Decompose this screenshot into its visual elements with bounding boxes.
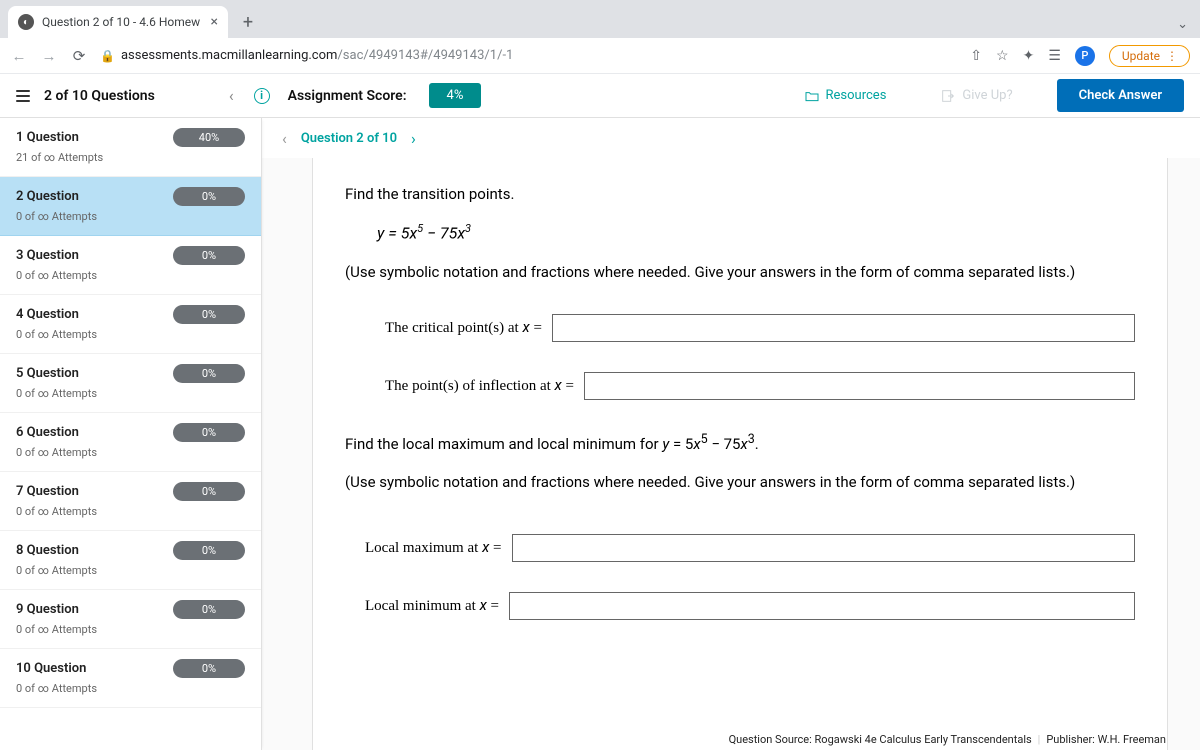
- local-max-input[interactable]: [512, 534, 1135, 562]
- browser-urlbar: ← → ⟳ 🔒 assessments.macmillanlearning.co…: [0, 38, 1200, 74]
- sidebar-item-percent: 0%: [173, 541, 245, 560]
- question-nav: ‹ Question 2 of 10 ›: [262, 118, 1200, 158]
- sidebar-question-4[interactable]: 4 Question 0% 0 of ∞ Attempts: [0, 295, 261, 354]
- update-button[interactable]: Update⋮: [1109, 45, 1190, 67]
- tab-favicon: ◐: [18, 14, 34, 30]
- sidebar-item-percent: 0%: [173, 364, 245, 383]
- exit-icon: [940, 88, 956, 104]
- question-nav-label: Question 2 of 10: [301, 131, 397, 146]
- score-label: Assignment Score:: [288, 88, 407, 104]
- sidebar-question-7[interactable]: 7 Question 0% 0 of ∞ Attempts: [0, 472, 261, 531]
- prompt-text: Find the transition points.: [345, 182, 1135, 206]
- hint-text: (Use symbolic notation and fractions whe…: [345, 260, 1135, 284]
- sidebar-item-title: 10 Question: [16, 661, 86, 676]
- sidebar-item-title: 9 Question: [16, 602, 79, 617]
- sidebar-item-percent: 0%: [173, 659, 245, 678]
- sidebar-item-attempts: 0 of ∞ Attempts: [16, 328, 245, 341]
- answer-label-local-min: Local minimum at x =: [365, 593, 499, 618]
- tab-title: Question 2 of 10 - 4.6 Homew: [42, 15, 203, 29]
- sidebar-question-9[interactable]: 9 Question 0% 0 of ∞ Attempts: [0, 590, 261, 649]
- hint-text-2: (Use symbolic notation and fractions whe…: [345, 470, 1135, 494]
- sidebar-item-title: 2 Question: [16, 189, 79, 204]
- sidebar-item-title: 8 Question: [16, 543, 79, 558]
- sidebar-item-percent: 0%: [173, 600, 245, 619]
- sidebar-item-title: 5 Question: [16, 366, 79, 381]
- prev-question-icon[interactable]: ‹: [282, 129, 287, 148]
- sidebar-question-8[interactable]: 8 Question 0% 0 of ∞ Attempts: [0, 531, 261, 590]
- sidebar-question-5[interactable]: 5 Question 0% 0 of ∞ Attempts: [0, 354, 261, 413]
- sidebar-item-percent: 0%: [173, 305, 245, 324]
- answer-label-critical: The critical point(s) at x =: [385, 315, 542, 340]
- close-icon[interactable]: ×: [211, 15, 218, 29]
- share-icon[interactable]: ⇧: [970, 48, 982, 64]
- sidebar-item-title: 3 Question: [16, 248, 79, 263]
- sidebar-item-title: 6 Question: [16, 425, 79, 440]
- sidebar-item-title: 1 Question: [16, 130, 79, 145]
- back-icon[interactable]: ←: [10, 47, 28, 65]
- next-question-icon[interactable]: ›: [411, 129, 416, 148]
- forward-icon[interactable]: →: [40, 47, 58, 65]
- collapse-sidebar-icon[interactable]: ‹: [229, 86, 234, 105]
- sidebar-item-title: 4 Question: [16, 307, 79, 322]
- star-icon[interactable]: ☆: [996, 48, 1009, 64]
- reload-icon[interactable]: ⟳: [70, 47, 88, 65]
- extensions-icon[interactable]: ✦: [1023, 48, 1035, 64]
- sidebar-item-attempts: 0 of ∞ Attempts: [16, 505, 245, 518]
- equation: y = 5x5 − 75x3: [345, 220, 1135, 246]
- url-field[interactable]: 🔒 assessments.macmillanlearning.com/sac/…: [100, 48, 958, 63]
- check-answer-button[interactable]: Check Answer: [1057, 79, 1184, 112]
- app-header: 2 of 10 Questions ‹ i Assignment Score: …: [0, 74, 1200, 118]
- score-value: 4%: [429, 83, 482, 108]
- answer-label-inflection: The point(s) of inflection at x =: [385, 373, 574, 398]
- questions-count: 2 of 10 Questions: [44, 88, 155, 104]
- prompt-text-2: Find the local maximum and local minimum…: [345, 430, 1135, 456]
- browser-tab[interactable]: ◐ Question 2 of 10 - 4.6 Homew ×: [8, 6, 228, 38]
- sidebar-question-2[interactable]: 2 Question 0% 0 of ∞ Attempts: [0, 177, 261, 236]
- answer-label-local-max: Local maximum at x =: [365, 535, 502, 560]
- resources-button[interactable]: Resources: [794, 83, 897, 109]
- lock-icon: 🔒: [100, 49, 115, 63]
- question-footer: Question Source: Rogawski 4e Calculus Ea…: [729, 733, 1166, 746]
- sidebar-item-attempts: 0 of ∞ Attempts: [16, 446, 245, 459]
- inflection-points-input[interactable]: [584, 372, 1135, 400]
- reading-list-icon[interactable]: ☰: [1048, 48, 1061, 64]
- sidebar-item-attempts: 0 of ∞ Attempts: [16, 623, 245, 636]
- sidebar-question-10[interactable]: 10 Question 0% 0 of ∞ Attempts: [0, 649, 261, 708]
- profile-avatar[interactable]: P: [1075, 46, 1095, 66]
- sidebar-item-attempts: 0 of ∞ Attempts: [16, 564, 245, 577]
- browser-tabbar: ◐ Question 2 of 10 - 4.6 Homew × + ⌄: [0, 0, 1200, 38]
- critical-points-input[interactable]: [552, 314, 1135, 342]
- sidebar-question-1[interactable]: 1 Question 40% 21 of ∞ Attempts: [0, 118, 261, 177]
- question-body: Find the transition points. y = 5x5 − 75…: [312, 158, 1168, 750]
- tab-overflow-icon[interactable]: ⌄: [1177, 17, 1188, 38]
- sidebar-item-percent: 0%: [173, 246, 245, 265]
- sidebar-item-percent: 0%: [173, 423, 245, 442]
- sidebar-question-3[interactable]: 3 Question 0% 0 of ∞ Attempts: [0, 236, 261, 295]
- new-tab-button[interactable]: +: [234, 8, 262, 36]
- sidebar-item-percent: 0%: [173, 482, 245, 501]
- sidebar-item-title: 7 Question: [16, 484, 79, 499]
- folder-icon: [804, 88, 820, 104]
- content-area: ‹ Question 2 of 10 › Find the transition…: [262, 118, 1200, 750]
- give-up-button[interactable]: Give Up?: [930, 83, 1022, 109]
- sidebar-item-attempts: 0 of ∞ Attempts: [16, 387, 245, 400]
- sidebar-item-attempts: 21 of ∞ Attempts: [16, 151, 245, 164]
- sidebar-item-attempts: 0 of ∞ Attempts: [16, 210, 245, 223]
- sidebar-question-6[interactable]: 6 Question 0% 0 of ∞ Attempts: [0, 413, 261, 472]
- question-sidebar: 1 Question 40% 21 of ∞ Attempts 2 Question 0…: [0, 118, 262, 750]
- local-min-input[interactable]: [509, 592, 1135, 620]
- info-icon[interactable]: i: [254, 88, 270, 104]
- sidebar-item-percent: 40%: [173, 128, 245, 147]
- sidebar-item-percent: 0%: [173, 187, 245, 206]
- sidebar-item-attempts: 0 of ∞ Attempts: [16, 269, 245, 282]
- menu-icon[interactable]: [16, 90, 30, 102]
- sidebar-item-attempts: 0 of ∞ Attempts: [16, 682, 245, 695]
